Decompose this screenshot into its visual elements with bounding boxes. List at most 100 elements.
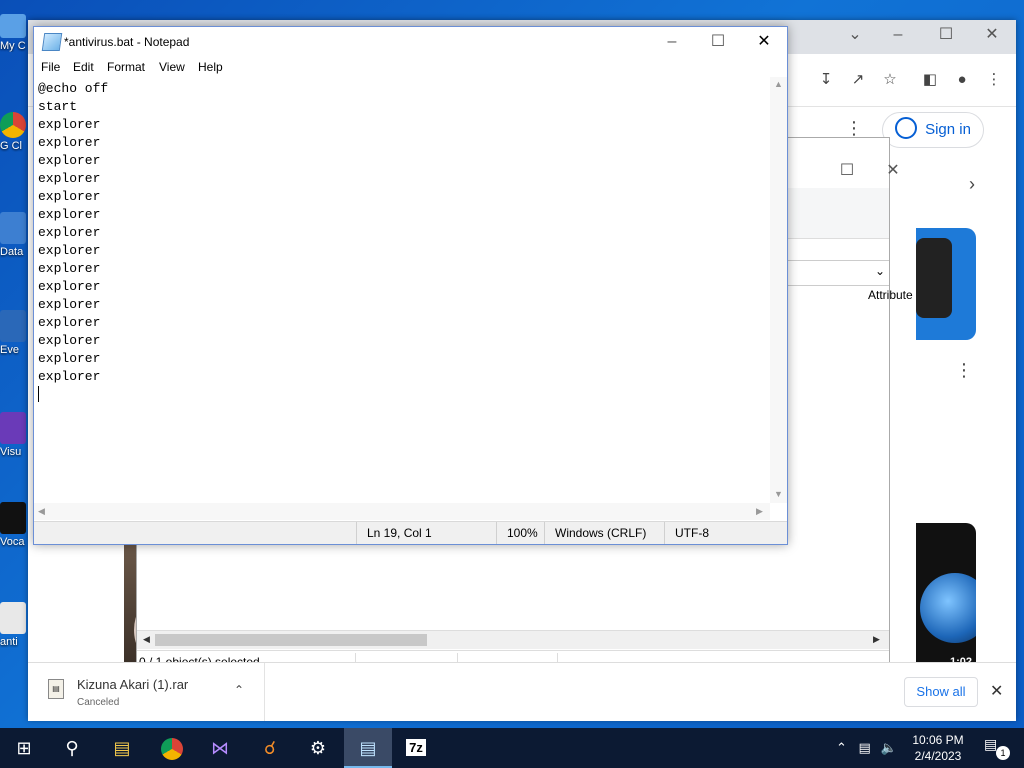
profile-avatar-icon[interactable]: ● xyxy=(950,68,974,92)
scrollbar-thumb[interactable] xyxy=(155,634,427,646)
desktop-icon-label: Eve xyxy=(0,344,19,356)
notepad-status-bar: Ln 19, Col 1 100% Windows (CRLF) UTF-8 xyxy=(34,521,787,544)
text-line: explorer xyxy=(38,351,101,366)
sign-in-button[interactable]: Sign in xyxy=(882,112,984,148)
visual-studio-icon[interactable]: ⋈ xyxy=(196,728,244,768)
desktop-icon-data[interactable]: Data xyxy=(0,212,28,258)
notepad-icon[interactable]: ▤ xyxy=(344,728,392,768)
video-thumbnail[interactable]: 1:02 xyxy=(916,523,976,668)
chevron-down-icon[interactable]: ⌄ xyxy=(875,264,885,278)
desktop-icon-label: Voca xyxy=(0,536,25,548)
volume-icon[interactable]: 🔈 xyxy=(880,740,896,755)
desktop-icon-my-computer[interactable]: My C xyxy=(0,14,28,52)
download-status: Canceled xyxy=(77,697,120,708)
notepad-icon xyxy=(41,33,63,51)
notepad-vertical-scrollbar[interactable]: ▲ ▼ xyxy=(770,77,787,503)
side-panel-icon[interactable]: ◧ xyxy=(918,68,942,92)
archive-maximize-button[interactable]: ☐ xyxy=(827,156,867,186)
tab-search-chevron-icon[interactable]: ⌄ xyxy=(835,20,875,50)
archive-close-button[interactable]: ✕ xyxy=(873,156,913,186)
search-icon[interactable]: ⚲ xyxy=(48,728,96,768)
show-all-button[interactable]: Show all xyxy=(904,677,978,707)
desktop-icon-chrome[interactable]: G Cl xyxy=(0,112,28,152)
chevron-right-icon[interactable]: › xyxy=(960,172,984,196)
notification-center-icon[interactable]: ▤ 1 xyxy=(984,736,1010,760)
speaker-device-image xyxy=(916,238,952,318)
text-line: explorer xyxy=(38,153,101,168)
text-line: explorer xyxy=(38,135,101,150)
7zip-label: 7z xyxy=(406,739,426,756)
chrome-icon[interactable] xyxy=(148,728,196,768)
menu-format[interactable]: Format xyxy=(107,60,145,74)
chrome-close-button[interactable]: ✕ xyxy=(972,20,1012,50)
chrome-menu-icon[interactable]: ⋮ xyxy=(982,68,1006,92)
7zip-icon[interactable]: 7z xyxy=(392,728,440,768)
chrome-minimize-button[interactable]: – xyxy=(878,20,918,50)
download-item[interactable]: ▤ Kizuna Akari (1).rar Canceled ⌃ xyxy=(28,663,265,721)
notepad-close-button[interactable]: ✕ xyxy=(744,27,784,57)
settings-gear-icon[interactable]: ⚙ xyxy=(294,728,342,768)
menu-file[interactable]: File xyxy=(41,60,60,74)
text-editor[interactable]: @echo off start explorer explorer explor… xyxy=(34,77,770,503)
start-windows-icon[interactable]: ⊞ xyxy=(0,728,48,768)
notepad-horizontal-scrollbar[interactable]: ◀ ▶ xyxy=(34,503,770,520)
editor-content[interactable]: @echo off start explorer explorer explor… xyxy=(34,77,770,409)
show-hidden-icons-chevron-icon[interactable]: ⌃ xyxy=(836,740,847,755)
encoding: UTF-8 xyxy=(664,522,759,544)
zoom-level: 100% xyxy=(496,522,543,544)
window-title: *antivirus.bat - Notepad xyxy=(64,35,190,49)
bookmark-star-icon[interactable]: ☆ xyxy=(878,68,902,92)
close-icon[interactable]: ✕ xyxy=(990,681,1003,701)
text-line: explorer xyxy=(38,171,101,186)
text-caret xyxy=(38,386,39,402)
text-line: explorer xyxy=(38,315,101,330)
desktop-icon-label: Data xyxy=(0,246,24,258)
text-line: explorer xyxy=(38,225,101,240)
notepad-maximize-button[interactable]: ☐ xyxy=(698,27,738,57)
batch-file-icon xyxy=(0,602,26,634)
text-line: explorer xyxy=(38,189,101,204)
scroll-left-arrow-icon[interactable]: ◀ xyxy=(38,506,45,517)
chevron-up-icon[interactable]: ⌃ xyxy=(234,683,244,697)
scroll-down-arrow-icon[interactable]: ▼ xyxy=(774,489,783,499)
desktop-icon-label: G Cl xyxy=(0,140,22,152)
share-icon[interactable]: ↗ xyxy=(846,68,870,92)
desktop-icon-vocaloid[interactable]: Voca xyxy=(0,502,28,548)
attribute-column-header[interactable]: Attribute xyxy=(868,288,913,302)
scroll-up-arrow-icon[interactable]: ▲ xyxy=(774,79,783,89)
notepad-titlebar: *antivirus.bat - Notepad – ☐ ✕ xyxy=(34,27,787,57)
user-circle-icon xyxy=(895,117,918,140)
visual-studio-icon xyxy=(0,412,26,444)
menu-edit[interactable]: Edit xyxy=(73,60,94,74)
text-line: explorer xyxy=(38,117,101,132)
scroll-left-arrow-icon[interactable]: ◀ xyxy=(143,634,150,645)
text-line: explorer xyxy=(38,261,101,276)
scroll-right-arrow-icon[interactable]: ▶ xyxy=(756,506,763,517)
video-thumbnail[interactable] xyxy=(916,228,976,340)
desktop-icon-event[interactable]: Eve xyxy=(0,310,28,356)
text-line: explorer xyxy=(38,279,101,294)
desktop-icon-antivirus[interactable]: anti xyxy=(0,602,28,648)
menu-help[interactable]: Help xyxy=(198,60,223,74)
text-line: start xyxy=(38,99,78,114)
menu-view[interactable]: View xyxy=(159,60,185,74)
chrome-maximize-button[interactable]: ☐ xyxy=(926,20,966,50)
notepad-window: *antivirus.bat - Notepad – ☐ ✕ File Edit… xyxy=(33,26,788,545)
scroll-right-arrow-icon[interactable]: ▶ xyxy=(873,634,880,645)
text-line: explorer xyxy=(38,333,101,348)
search-tool-icon[interactable]: ☌ xyxy=(246,728,294,768)
network-icon[interactable]: ▤ xyxy=(859,740,871,755)
text-line: explorer xyxy=(38,297,101,312)
notepad-minimize-button[interactable]: – xyxy=(652,27,692,57)
desktop-icon-label: My C xyxy=(0,40,26,52)
desktop-icon-visual-studio[interactable]: Visu xyxy=(0,412,28,458)
event-shortcut-icon xyxy=(0,310,26,342)
file-explorer-icon[interactable]: ▤ xyxy=(98,728,146,768)
clock[interactable]: 10:06 PM 2/4/2023 xyxy=(900,732,976,764)
archive-horizontal-scrollbar[interactable]: ◀ ▶ xyxy=(137,630,889,649)
text-line: explorer xyxy=(38,207,101,222)
video-more-options-icon[interactable]: ⋮ xyxy=(952,358,976,382)
text-line: explorer xyxy=(38,369,101,384)
download-icon[interactable]: ↧ xyxy=(814,68,838,92)
cursor-position: Ln 19, Col 1 xyxy=(356,522,495,544)
